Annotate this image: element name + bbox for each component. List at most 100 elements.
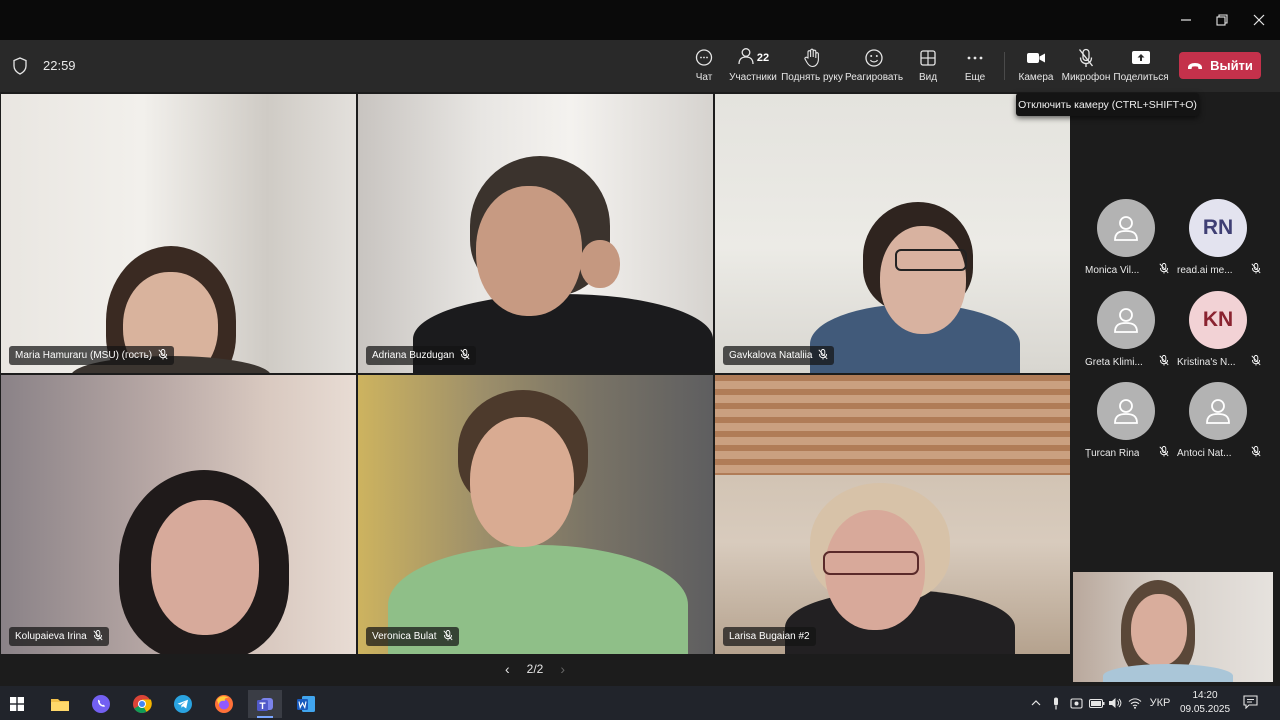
meeting-stage: Maria Hamuraru (MSU) (гость) Adriana Buz… bbox=[0, 92, 1280, 686]
view-label: Вид bbox=[918, 72, 938, 83]
notification-icon[interactable] bbox=[1242, 695, 1258, 709]
participant-name: Larisa Bugaian #2 bbox=[729, 631, 810, 642]
react-button[interactable]: Реагировать bbox=[844, 46, 904, 88]
participant-name: Maria Hamuraru (MSU) (гость) bbox=[15, 350, 153, 361]
microphone-button[interactable]: Микрофон bbox=[1062, 46, 1110, 88]
windows-start-icon[interactable] bbox=[0, 690, 34, 718]
people-icon bbox=[737, 47, 755, 70]
more-dots-icon bbox=[966, 46, 984, 70]
roster-participant[interactable]: Monica Vil... bbox=[1085, 199, 1169, 281]
participant-name: Adriana Buzdugan bbox=[372, 350, 455, 361]
file-explorer-icon[interactable] bbox=[43, 690, 77, 718]
battery-icon[interactable] bbox=[1089, 696, 1105, 710]
roster-participant[interactable]: RN read.ai me... bbox=[1177, 199, 1261, 281]
react-label: Реагировать bbox=[844, 72, 904, 83]
person-icon bbox=[1206, 399, 1230, 424]
mic-off-icon bbox=[1159, 263, 1169, 277]
participant-name: Gavkalova Nataliia bbox=[729, 350, 813, 361]
page-indicator: 2/2 bbox=[526, 662, 544, 676]
video-tile[interactable]: Gavkalova Nataliia bbox=[715, 94, 1070, 373]
mic-off-icon bbox=[1159, 446, 1169, 460]
camera-tray-icon[interactable] bbox=[1069, 696, 1083, 710]
participant-name: Kolupaieva Irina bbox=[15, 631, 87, 642]
video-tile[interactable]: Maria Hamuraru (MSU) (гость) bbox=[1, 94, 356, 373]
hand-icon bbox=[803, 46, 821, 70]
speaker-icon[interactable] bbox=[1108, 696, 1122, 710]
mic-off-icon bbox=[158, 348, 168, 363]
toolbar-divider bbox=[1004, 52, 1005, 80]
mic-off-icon bbox=[1159, 355, 1169, 369]
default-avatar bbox=[1097, 382, 1155, 440]
video-tile[interactable]: Adriana Buzdugan bbox=[358, 94, 713, 373]
camera-tooltip: Отключить камеру (CTRL+SHIFT+O) bbox=[1016, 93, 1199, 116]
participant-name: Veronica Bulat bbox=[372, 631, 437, 642]
person-icon bbox=[1114, 308, 1138, 333]
minimize-icon[interactable] bbox=[1174, 8, 1198, 32]
mic-off-icon bbox=[818, 348, 828, 363]
grid-icon bbox=[919, 46, 937, 70]
system-clock[interactable]: 14:20 09.05.2025 bbox=[1178, 689, 1232, 717]
leave-label: Выйти bbox=[1210, 58, 1253, 73]
teams-icon[interactable] bbox=[248, 690, 282, 718]
raise-hand-label: Поднять руку bbox=[781, 72, 843, 83]
camera-label: Камера bbox=[1018, 72, 1054, 83]
person-icon bbox=[1114, 399, 1138, 424]
mic-off-icon bbox=[1078, 46, 1094, 70]
microphone-tray-icon[interactable] bbox=[1050, 696, 1062, 710]
participants-button[interactable]: 22 Участники bbox=[729, 46, 777, 88]
view-button[interactable]: Вид bbox=[914, 46, 942, 88]
shield-icon bbox=[12, 57, 28, 75]
share-button[interactable]: Поделиться bbox=[1113, 46, 1169, 88]
window-titlebar bbox=[0, 0, 1280, 40]
page-navigator: ‹ 2/2 › bbox=[505, 660, 565, 678]
roster-participant[interactable]: Antoci Nat... bbox=[1177, 382, 1261, 464]
participants-count: 22 bbox=[756, 52, 770, 64]
chat-button[interactable]: Чат bbox=[690, 46, 718, 88]
video-tile[interactable]: Kolupaieva Irina bbox=[1, 375, 356, 654]
microphone-label: Микрофон bbox=[1061, 72, 1111, 83]
telegram-icon[interactable] bbox=[166, 690, 200, 718]
default-avatar bbox=[1189, 382, 1247, 440]
chat-label: Чат bbox=[695, 72, 713, 83]
participant-nametag: Veronica Bulat bbox=[366, 627, 459, 646]
restore-icon[interactable] bbox=[1210, 8, 1234, 32]
participant-nametag: Gavkalova Nataliia bbox=[723, 346, 835, 365]
more-label: Еще bbox=[964, 72, 986, 83]
wifi-icon[interactable] bbox=[1128, 696, 1142, 710]
roster-participant[interactable]: Țurcan Rina bbox=[1085, 382, 1169, 464]
camera-button[interactable]: Камера bbox=[1018, 46, 1054, 88]
video-tile[interactable]: Larisa Bugaian #2 bbox=[715, 375, 1070, 654]
roster-name: Țurcan Rina bbox=[1085, 447, 1140, 459]
initials-avatar: RN bbox=[1189, 199, 1247, 257]
clock-date: 09.05.2025 bbox=[1179, 704, 1231, 715]
roster-participant[interactable]: Greta Klimi... bbox=[1085, 291, 1169, 373]
leave-button[interactable]: Выйти bbox=[1179, 52, 1261, 79]
chevron-up-icon[interactable] bbox=[1030, 696, 1042, 710]
chrome-icon[interactable] bbox=[125, 690, 159, 718]
meeting-timer: 22:59 bbox=[43, 58, 76, 73]
chevron-right-icon[interactable]: › bbox=[560, 661, 565, 677]
raise-hand-button[interactable]: Поднять руку bbox=[781, 46, 843, 88]
participants-label: Участники bbox=[729, 72, 777, 83]
close-icon[interactable] bbox=[1247, 8, 1271, 32]
word-icon[interactable] bbox=[289, 690, 323, 718]
language-indicator[interactable]: УКР bbox=[1148, 696, 1172, 710]
self-view-video[interactable] bbox=[1073, 572, 1273, 682]
roster-name: Antoci Nat... bbox=[1177, 447, 1232, 459]
chat-icon bbox=[694, 46, 714, 70]
firefox-icon[interactable] bbox=[207, 690, 241, 718]
share-screen-icon bbox=[1131, 46, 1151, 70]
video-tile[interactable]: Veronica Bulat bbox=[358, 375, 713, 654]
mic-off-icon bbox=[460, 348, 470, 363]
meeting-toolbar: 22:59 Чат 22 Участники Поднять руку Реаг… bbox=[0, 40, 1280, 92]
mic-off-icon bbox=[93, 629, 103, 644]
viber-icon[interactable] bbox=[84, 690, 118, 718]
participant-nametag: Larisa Bugaian #2 bbox=[723, 627, 816, 646]
mic-off-icon bbox=[1251, 263, 1261, 277]
mic-off-icon bbox=[442, 629, 453, 644]
chevron-left-icon[interactable]: ‹ bbox=[505, 661, 510, 677]
roster-name: read.ai me... bbox=[1177, 264, 1233, 276]
participant-nametag: Kolupaieva Irina bbox=[9, 627, 109, 646]
more-button[interactable]: Еще bbox=[962, 46, 988, 88]
roster-participant[interactable]: KN Kristina's N... bbox=[1177, 291, 1261, 373]
